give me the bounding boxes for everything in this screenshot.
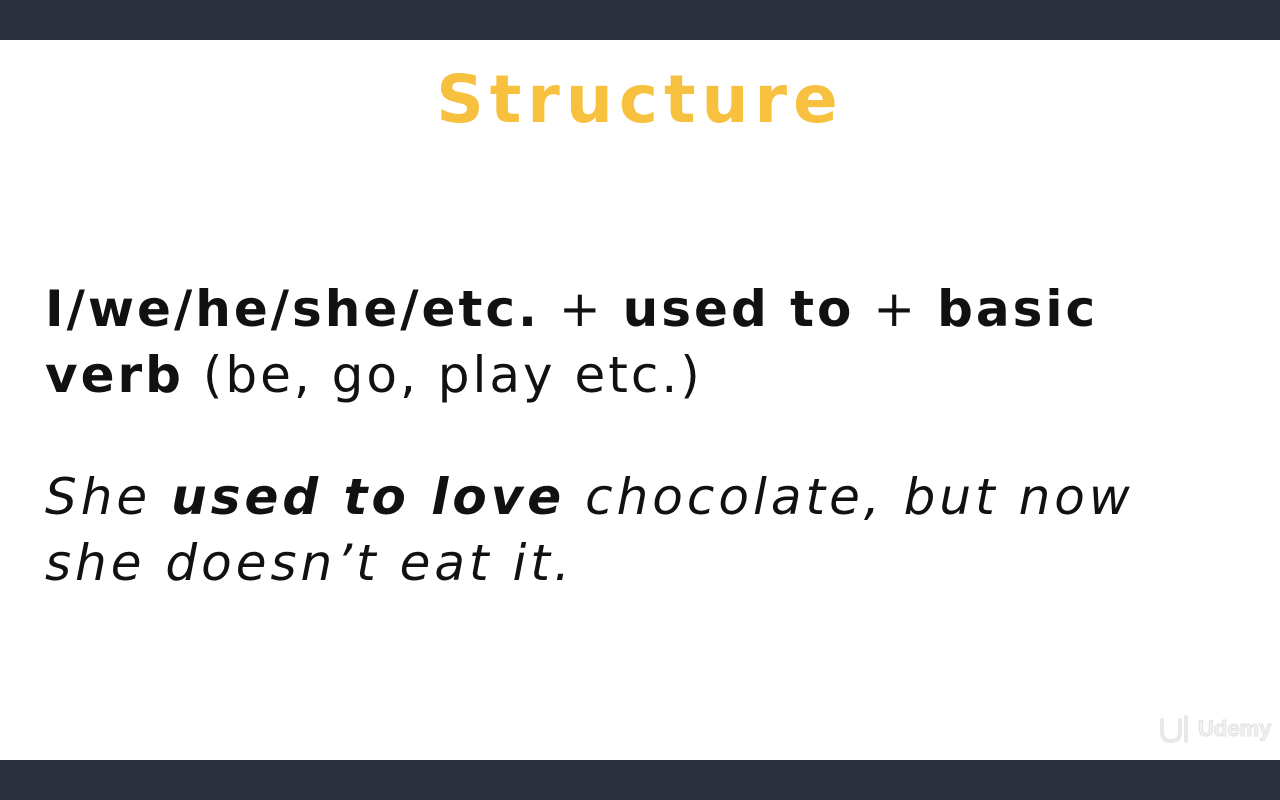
rule-plus-1: + bbox=[539, 280, 623, 338]
rule-plus-2: + bbox=[854, 280, 938, 338]
udemy-watermark-text: Udemy bbox=[1197, 716, 1272, 742]
udemy-watermark: Udemy bbox=[1158, 712, 1273, 746]
video-bottom-bar bbox=[0, 760, 1280, 800]
rule-used-to: used to bbox=[622, 280, 855, 338]
example-start: She bbox=[45, 468, 172, 526]
example-sentence: She used to love chocolate, but now she … bbox=[45, 464, 1205, 596]
example-highlight: used to love bbox=[171, 468, 566, 526]
rule-verb-examples: (be, go, play etc.) bbox=[183, 346, 703, 404]
lecture-slide: Structure I/we/he/she/etc. + used to + b… bbox=[0, 40, 1280, 760]
slide-title: Structure bbox=[436, 61, 844, 138]
rule-subjects: I/we/he/she/etc. bbox=[45, 280, 540, 338]
video-top-bar bbox=[0, 0, 1280, 40]
structure-rule: I/we/he/she/etc. + used to + basic verb … bbox=[45, 276, 1205, 408]
udemy-logo-icon bbox=[1160, 715, 1188, 744]
